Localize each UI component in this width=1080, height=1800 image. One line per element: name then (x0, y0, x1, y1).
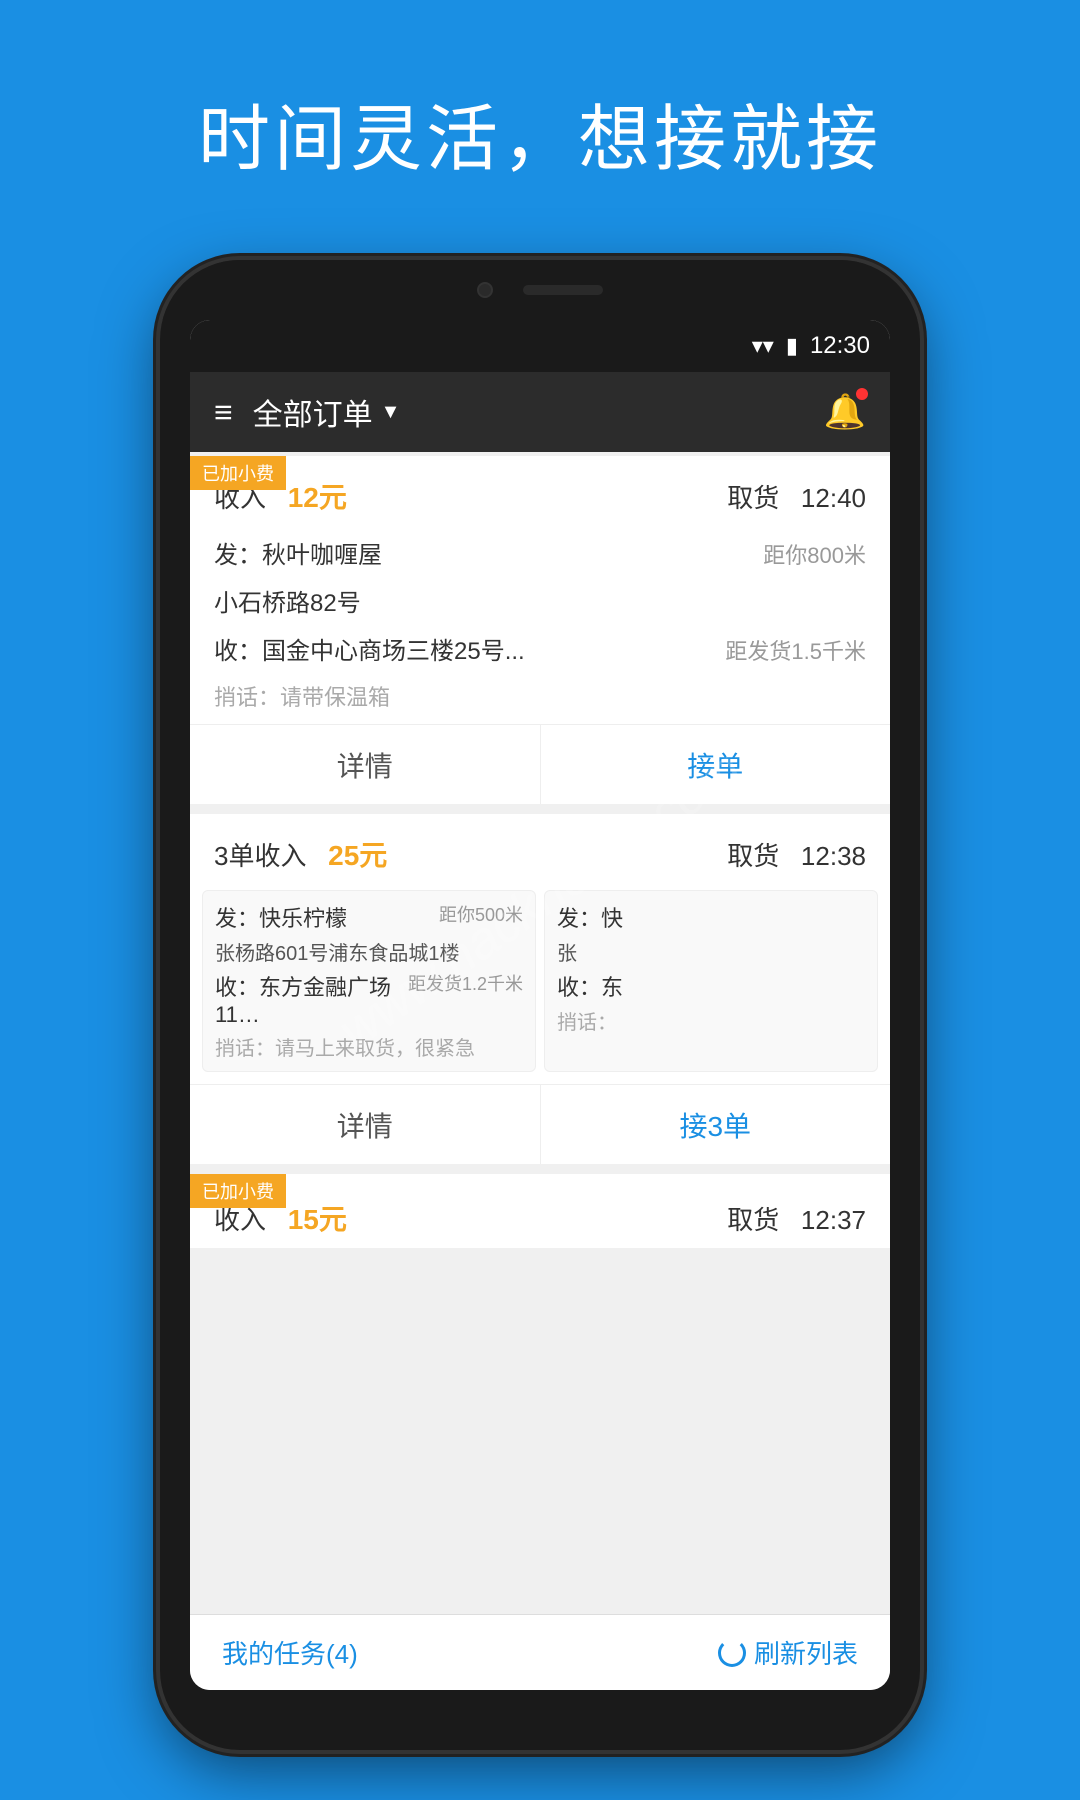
batch-item2-sender: 发：快 (557, 901, 865, 933)
refresh-label: 刷新列表 (754, 1634, 858, 1671)
promo-title: 时间灵活，想接就接 (0, 0, 1080, 245)
order-card-1: 已加小费 收入 12元 取货 12:40 (190, 456, 890, 804)
refresh-button[interactable]: 刷新列表 (718, 1634, 858, 1671)
app-bar-title: 全部订单 ▼ (253, 390, 401, 434)
batch-item-1: 发：快乐柠檬 距你500米 张杨路601号浦东食品城1楼 收：东方金融广场11…… (202, 890, 536, 1072)
speaker (523, 285, 603, 295)
order1-note: 捎话：请带保温箱 (190, 676, 890, 724)
order3-pickup: 取货 12:37 (727, 1200, 866, 1237)
notification-dot (856, 388, 868, 400)
order1-header: 收入 12元 取货 12:40 (190, 456, 890, 532)
order1-sender-distance: 距你800米 (763, 538, 866, 570)
battery-icon: ▮ (786, 333, 798, 359)
batch-item1-receiver: 收：东方金融广场11… 距发货1.2千米 (215, 970, 523, 1028)
batch-item1-note: 捎话：请马上来取货，很紧急 (215, 1032, 523, 1061)
app-bar: ≡ 全部订单 ▼ 🔔 (190, 372, 890, 452)
screen-content: 已加小费 收入 12元 取货 12:40 (190, 452, 890, 1690)
phone-frame: ▾▾ ▮ 12:30 ≡ 全部订单 ▼ 🔔 (160, 260, 920, 1750)
order2-income-amount: 25元 (328, 840, 387, 871)
order1-address-row: 小石桥路82号 (190, 580, 890, 628)
chevron-down-icon[interactable]: ▼ (381, 401, 401, 424)
order1-pickup: 取货 12:40 (727, 478, 866, 515)
order1-sender: 发：秋叶咖喱屋 (214, 538, 751, 574)
order1-sender-row: 发：秋叶咖喱屋 距你800米 (190, 532, 890, 580)
wifi-icon: ▾▾ (752, 333, 774, 359)
batch-item1-sender: 发：快乐柠檬 距你500米 (215, 901, 523, 933)
phone-top-bar (160, 260, 920, 320)
order2-batch-label: 3单收入 (214, 841, 306, 871)
phone-screen: ▾▾ ▮ 12:30 ≡ 全部订单 ▼ 🔔 (190, 320, 890, 1690)
status-bar: ▾▾ ▮ 12:30 (190, 320, 890, 372)
order2-accept-button[interactable]: 接3单 (541, 1085, 891, 1164)
order3-income-label: 收入 (214, 1205, 266, 1235)
order3-income-amount: 15元 (288, 1204, 347, 1235)
order2-pickup: 取货 12:38 (727, 836, 866, 873)
front-camera (477, 282, 493, 298)
order1-receiver-distance: 距发货1.5千米 (725, 634, 866, 666)
app-title-text: 全部订单 (253, 390, 373, 434)
order1-receiver-row: 收：国金中心商场三楼25号... 距发货1.5千米 (190, 628, 890, 676)
order1-accept-button[interactable]: 接单 (541, 725, 891, 804)
small-fee-badge-1: 已加小费 (190, 456, 286, 490)
orders-list: 已加小费 收入 12元 取货 12:40 (190, 452, 890, 1614)
status-time: 12:30 (810, 332, 870, 360)
small-fee-badge-3: 已加小费 (190, 1174, 286, 1208)
order1-receiver: 收：国金中心商场三楼25号... (214, 634, 713, 670)
refresh-icon (718, 1639, 746, 1667)
order2-income: 3单收入 25元 (214, 834, 387, 874)
order2-detail-button[interactable]: 详情 (190, 1085, 541, 1164)
order2-header: 3单收入 25元 取货 12:38 (190, 814, 890, 890)
bottom-bar: 我的任务(4) 刷新列表 (190, 1614, 890, 1690)
order1-income-amount: 12元 (288, 482, 347, 513)
batch-item2-receiver: 收：东 (557, 970, 865, 1002)
batch-item2-address: 张 (557, 937, 865, 966)
bell-container[interactable]: 🔔 (824, 392, 866, 432)
batch-item-2: 发：快 张 收：东 捎话： (544, 890, 878, 1072)
order1-detail-button[interactable]: 详情 (190, 725, 541, 804)
order2-actions: 详情 接3单 (190, 1084, 890, 1164)
order-card-2: 3单收入 25元 取货 12:38 (190, 814, 890, 1164)
order1-actions: 详情 接单 (190, 724, 890, 804)
order3-header: 收入 15元 取货 12:37 (190, 1174, 890, 1248)
menu-icon[interactable]: ≡ (214, 394, 233, 431)
batch-item1-address: 张杨路601号浦东食品城1楼 (215, 937, 523, 966)
my-tasks-button[interactable]: 我的任务(4) (222, 1634, 358, 1671)
order2-items-row: 发：快乐柠檬 距你500米 张杨路601号浦东食品城1楼 收：东方金融广场11…… (190, 890, 890, 1084)
order1-sender-address: 小石桥路82号 (214, 586, 866, 622)
phone-container: ▾▾ ▮ 12:30 ≡ 全部订单 ▼ 🔔 (160, 260, 920, 1760)
order-card-3: 已加小费 收入 15元 取货 12:37 (190, 1174, 890, 1248)
batch-item2-note: 捎话： (557, 1006, 865, 1035)
